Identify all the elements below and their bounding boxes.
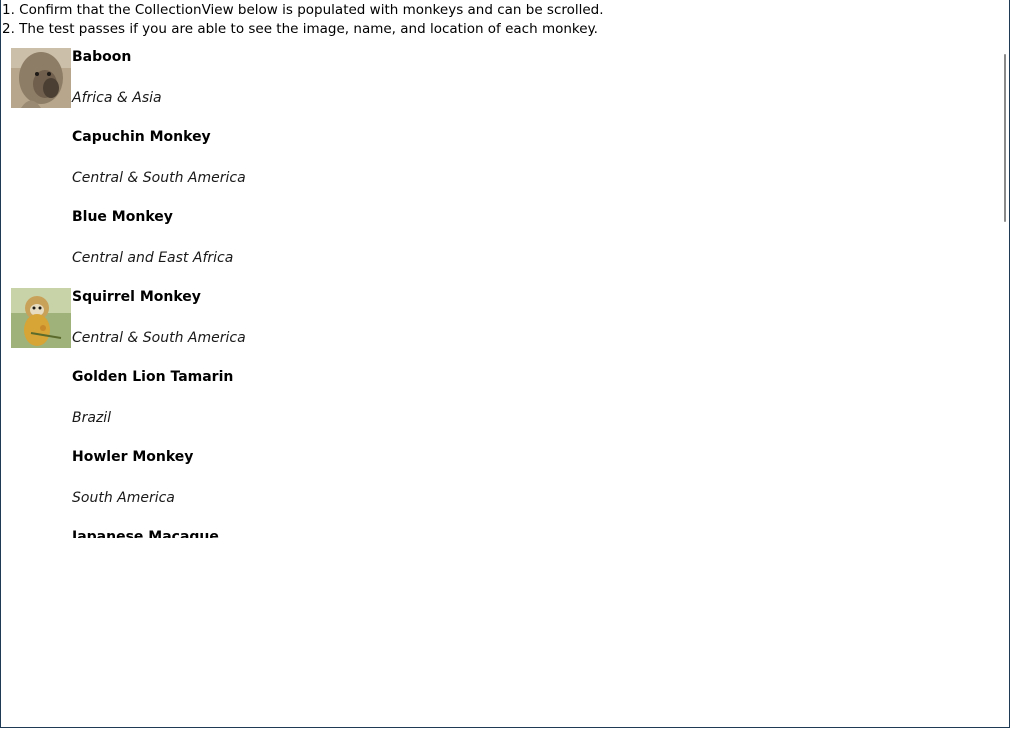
monkey-name: Japanese Macaque xyxy=(72,529,219,538)
monkey-location: Central & South America xyxy=(72,330,246,346)
monkey-name: Baboon xyxy=(72,49,132,65)
monkey-location: Africa & Asia xyxy=(72,90,162,106)
monkey-location: South America xyxy=(72,490,175,506)
list-item[interactable]: Capuchin Monkey Central & South America xyxy=(1,120,991,200)
monkey-location: Central and East Africa xyxy=(72,250,234,266)
vertical-scrollbar[interactable] xyxy=(1004,54,1006,222)
monkey-collection-view[interactable]: Baboon Africa & Asia Capuchin Monkey Cen… xyxy=(1,40,1009,538)
baboon-image xyxy=(11,48,71,108)
app-window: 1. Confirm that the CollectionView below… xyxy=(0,0,1010,728)
list-item[interactable]: Howler Monkey South America xyxy=(1,440,991,520)
instruction-line-1: 1. Confirm that the CollectionView below… xyxy=(2,2,604,18)
list-item[interactable]: Baboon Africa & Asia xyxy=(1,40,991,120)
list-item[interactable]: Squirrel Monkey Central & South America xyxy=(1,280,991,360)
list-item[interactable]: Golden Lion Tamarin Brazil xyxy=(1,360,991,440)
monkey-name: Golden Lion Tamarin xyxy=(72,369,234,385)
squirrel-monkey-image xyxy=(11,288,71,348)
monkey-name: Blue Monkey xyxy=(72,209,173,225)
monkey-name: Squirrel Monkey xyxy=(72,289,201,305)
monkey-name: Capuchin Monkey xyxy=(72,129,211,145)
instruction-line-2: 2. The test passes if you are able to se… xyxy=(2,21,598,37)
list-item[interactable]: Blue Monkey Central and East Africa xyxy=(1,200,991,280)
list-item[interactable]: Japanese Macaque xyxy=(1,520,991,538)
monkey-location: Central & South America xyxy=(72,170,246,186)
monkey-name: Howler Monkey xyxy=(72,449,194,465)
monkey-location: Brazil xyxy=(72,410,112,426)
instructions: 1. Confirm that the CollectionView below… xyxy=(2,1,604,39)
